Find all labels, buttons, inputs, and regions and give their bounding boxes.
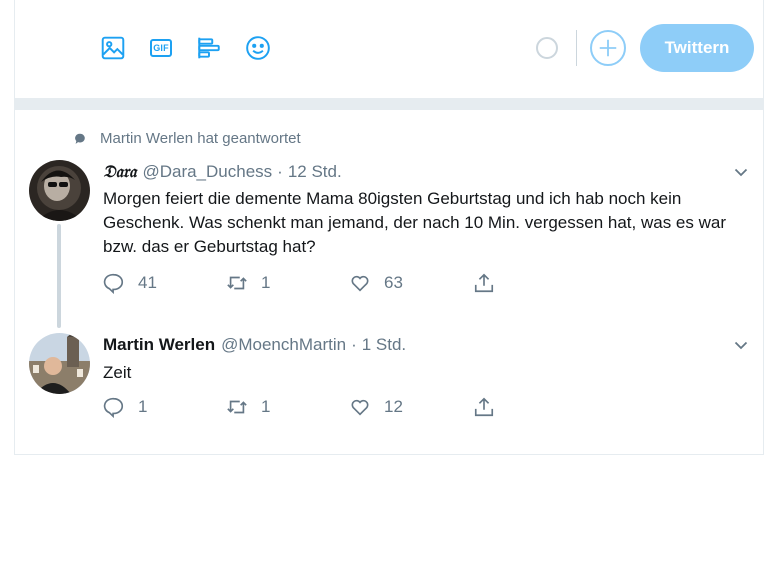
tweet-text: Morgen feiert die demente Mama 80igsten …	[103, 189, 726, 256]
tweet-text: Zeit	[103, 363, 132, 382]
retweet-icon	[227, 400, 247, 414]
retweet-button[interactable]: 1	[226, 272, 270, 294]
reply-icon	[103, 397, 123, 418]
composer-divider	[576, 30, 577, 66]
gif-icon[interactable]: GIF	[147, 34, 175, 62]
retweet-count: 1	[261, 273, 271, 292]
share-icon	[474, 397, 494, 417]
like-count: 12	[384, 397, 403, 416]
share-button[interactable]	[473, 272, 495, 294]
chevron-down-icon[interactable]	[733, 337, 749, 353]
retweet-button[interactable]: 1	[226, 396, 270, 418]
tweet-button[interactable]: Twittern	[640, 24, 754, 72]
tweet-timestamp[interactable]: 12 Std.	[288, 162, 342, 182]
heart-icon	[351, 275, 369, 292]
separator-dot: ·	[277, 162, 283, 181]
reply-count: 1	[138, 397, 148, 416]
gif-label: GIF	[150, 39, 172, 57]
avatar-martin-werlen[interactable]	[29, 333, 90, 394]
timeline-column: GIF Twittern Martin Werlen hat geantwort…	[14, 0, 764, 455]
emoji-icon[interactable]	[244, 34, 272, 62]
plus-icon	[599, 39, 617, 57]
speech-bubble-icon	[75, 133, 85, 144]
display-name[interactable]: Martin Werlen	[103, 335, 215, 355]
share-icon	[474, 273, 494, 293]
user-handle[interactable]: @MoenchMartin	[221, 335, 346, 355]
heart-icon	[351, 399, 369, 416]
tweet-composer-toolbar: GIF Twittern	[15, 0, 763, 98]
retweet-icon	[227, 276, 247, 290]
character-counter	[536, 37, 558, 59]
add-tweet-button[interactable]	[590, 30, 626, 66]
like-count: 63	[384, 273, 403, 292]
poll-icon[interactable]	[195, 34, 223, 62]
thread-connector	[57, 224, 61, 328]
reply-button[interactable]: 41	[103, 272, 157, 294]
tweet-actions: 41 1 63	[103, 272, 523, 296]
like-button[interactable]: 63	[349, 272, 403, 294]
chevron-down-icon[interactable]	[733, 164, 749, 180]
reply-button[interactable]: 1	[103, 396, 147, 418]
reply-icon	[103, 273, 123, 294]
tweet-header: Martin Werlen @MoenchMartin · 1 Std.	[103, 335, 406, 355]
tweet-timestamp[interactable]: 1 Std.	[362, 335, 406, 355]
display-name[interactable]: 𝔇𝔞𝔯𝔞	[103, 162, 136, 182]
tweet-header: 𝔇𝔞𝔯𝔞 @Dara_Duchess · 12 Std.	[103, 162, 342, 182]
separator-dot: ·	[351, 335, 357, 354]
user-handle[interactable]: @Dara_Duchess	[142, 162, 272, 182]
tweet-actions: 1 1 12	[103, 396, 523, 420]
avatar-dara[interactable]	[29, 160, 90, 221]
reply-context-label[interactable]: Martin Werlen hat geantwortet	[100, 130, 301, 147]
reply-count: 41	[138, 273, 157, 292]
section-separator	[15, 98, 763, 110]
image-icon[interactable]	[99, 34, 127, 62]
like-button[interactable]: 12	[349, 396, 403, 418]
reply-context: Martin Werlen hat geantwortet	[73, 130, 301, 147]
retweet-count: 1	[261, 397, 271, 416]
share-button[interactable]	[473, 396, 495, 418]
